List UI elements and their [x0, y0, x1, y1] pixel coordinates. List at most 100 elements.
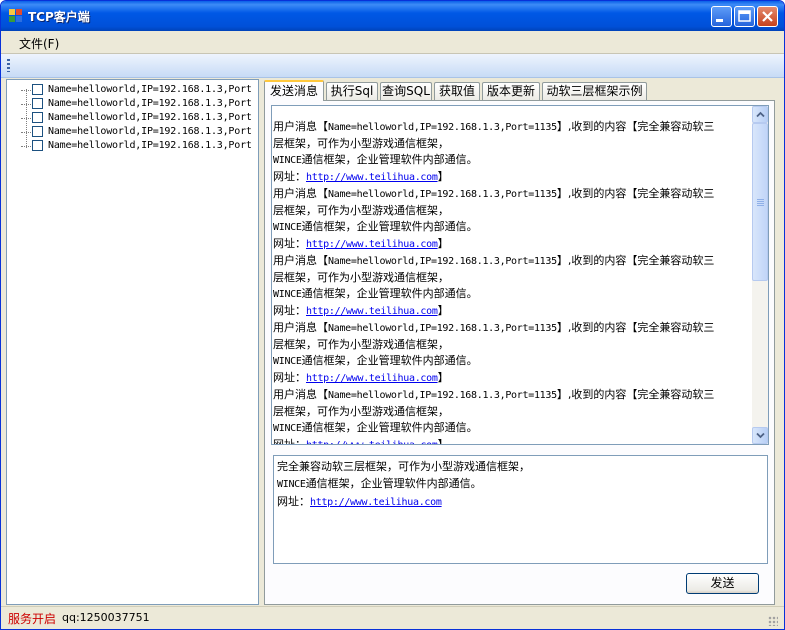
compose-line: WINCE通信框架，企业管理软件内部通信。	[277, 475, 530, 493]
log-line: 网址：http://www.teilihua.com】	[273, 303, 751, 320]
log-line: 网址：http://www.teilihua.com】	[273, 437, 751, 445]
tree-node-checkbox[interactable]	[32, 126, 43, 137]
log-mono-text: WINCE	[273, 155, 302, 166]
app-window: TCP客户端 文件(F) Name=helloworld,IP=192.168.…	[0, 0, 785, 630]
log-text: 通信框架，企业管理软件内部通信。	[301, 421, 478, 434]
log-user: Name=helloworld,IP=192.168.1.3,Port=1135	[328, 189, 557, 200]
log-url-label: 网址：	[273, 438, 306, 445]
log-line: 用户消息【Name=helloworld,IP=192.168.1.3,Port…	[273, 253, 751, 270]
log-line: 层框架，可作为小型游戏通信框架，	[273, 338, 449, 351]
log-text: 】,收到的内容【完全兼容动软三	[556, 120, 715, 133]
tree-node-checkbox[interactable]	[32, 84, 43, 95]
log-text: 】	[437, 237, 449, 250]
maximize-icon	[738, 10, 751, 22]
chevron-up-icon	[756, 111, 765, 118]
app-icon	[9, 9, 22, 22]
toolbar-grip[interactable]	[7, 59, 10, 72]
log-line: 用户消息【Name=helloworld,IP=192.168.1.3,Port…	[273, 387, 751, 404]
title-bar[interactable]: TCP客户端	[1, 1, 784, 31]
log-text: 】	[437, 304, 449, 317]
tab-version-update[interactable]: 版本更新	[482, 82, 540, 100]
tree-node-checkbox[interactable]	[32, 98, 43, 109]
status-bar: 服务开启 qq:1250037751	[1, 606, 784, 629]
log-line: WINCE通信框架，企业管理软件内部通信。	[273, 219, 751, 236]
compose-line: 完全兼容动软三层框架，可作为小型游戏通信框架，	[277, 460, 530, 473]
tree-connector	[21, 90, 31, 91]
tree-node-label: Name=helloworld,IP=192.168.1.3,Port	[48, 140, 252, 151]
log-url-label: 网址：	[273, 170, 306, 183]
message-log[interactable]: 用户消息【Name=helloworld,IP=192.168.1.3,Port…	[271, 105, 769, 445]
log-mono-text: WINCE	[273, 222, 302, 233]
log-line: 层框架，可作为小型游戏通信框架，	[273, 137, 449, 150]
message-log-content: 用户消息【Name=helloworld,IP=192.168.1.3,Port…	[273, 119, 751, 445]
log-line: 用户消息【Name=helloworld,IP=192.168.1.3,Port…	[273, 320, 751, 337]
log-prefix: 用户消息【	[273, 254, 328, 267]
log-line: WINCE通信框架，企业管理软件内部通信。	[273, 152, 751, 169]
log-url-label: 网址：	[273, 371, 306, 384]
log-url-link[interactable]: http://www.teilihua.com	[306, 373, 438, 384]
tree-node-checkbox[interactable]	[32, 112, 43, 123]
tree-node-label: Name=helloworld,IP=192.168.1.3,Port	[48, 112, 252, 123]
log-line: 网址：http://www.teilihua.com】	[273, 169, 751, 186]
log-mono-text: WINCE	[273, 356, 302, 367]
log-scrollbar[interactable]	[752, 106, 768, 444]
chevron-down-icon	[756, 432, 765, 439]
scroll-down-button[interactable]	[752, 427, 768, 444]
tree-node[interactable]: Name=helloworld,IP=192.168.1.3,Port	[20, 97, 258, 111]
log-text: 通信框架，企业管理软件内部通信。	[301, 220, 478, 233]
close-icon	[762, 11, 773, 22]
close-button[interactable]	[757, 6, 778, 27]
log-prefix: 用户消息【	[273, 388, 328, 401]
maximize-button[interactable]	[734, 6, 755, 27]
tree-node[interactable]: Name=helloworld,IP=192.168.1.3,Port	[20, 111, 258, 125]
tree-node-checkbox[interactable]	[32, 140, 43, 151]
log-text: 通信框架，企业管理软件内部通信。	[301, 354, 478, 367]
tab-get-value[interactable]: 获取值	[434, 82, 480, 100]
scroll-up-button[interactable]	[752, 106, 768, 123]
compose-line: 网址：http://www.teilihua.com	[277, 493, 530, 511]
log-text: 】	[437, 438, 449, 445]
log-user: Name=helloworld,IP=192.168.1.3,Port=1135	[328, 323, 557, 334]
tab-send-message[interactable]: 发送消息	[264, 80, 324, 101]
compose-url-link[interactable]: http://www.teilihua.com	[310, 497, 442, 508]
log-url-link[interactable]: http://www.teilihua.com	[306, 306, 438, 317]
log-url-link[interactable]: http://www.teilihua.com	[306, 172, 438, 183]
log-text: 】,收到的内容【完全兼容动软三	[556, 254, 715, 267]
log-user: Name=helloworld,IP=192.168.1.3,Port=1135	[328, 122, 557, 133]
log-url-link[interactable]: http://www.teilihua.com	[306, 440, 438, 444]
log-url-label: 网址：	[273, 304, 306, 317]
log-url-label: 网址：	[273, 237, 306, 250]
log-text: 通信框架，企业管理软件内部通信。	[301, 153, 478, 166]
log-text: 】,收到的内容【完全兼容动软三	[556, 187, 715, 200]
tab-execute-sql[interactable]: 执行Sql	[326, 82, 378, 100]
log-prefix: 用户消息【	[273, 187, 328, 200]
tree-node[interactable]: Name=helloworld,IP=192.168.1.3,Port	[20, 139, 258, 153]
log-line: WINCE通信框架，企业管理软件内部通信。	[273, 420, 751, 437]
send-button[interactable]: 发送	[686, 573, 759, 594]
log-mono-text: WINCE	[273, 423, 302, 434]
status-qq: qq:1250037751	[62, 611, 150, 624]
tree-connector	[21, 104, 31, 105]
log-prefix: 用户消息【	[273, 120, 328, 133]
tree-node[interactable]: Name=helloworld,IP=192.168.1.3,Port	[20, 83, 258, 97]
log-line: 用户消息【Name=helloworld,IP=192.168.1.3,Port…	[273, 186, 751, 203]
client-tree[interactable]: Name=helloworld,IP=192.168.1.3,Port Name…	[6, 79, 259, 605]
log-text: 】,收到的内容【完全兼容动软三	[556, 321, 715, 334]
log-line: 网址：http://www.teilihua.com】	[273, 236, 751, 253]
tab-three-tier-demo[interactable]: 动软三层框架示例	[542, 82, 647, 100]
log-text: 】,收到的内容【完全兼容动软三	[556, 388, 715, 401]
menu-file[interactable]: 文件(F)	[13, 34, 65, 53]
toolbar	[1, 54, 784, 78]
tab-strip: 发送消息 执行Sql 查询SQL 获取值 版本更新 动软三层框架示例	[264, 80, 784, 101]
tab-query-sql[interactable]: 查询SQL	[380, 82, 432, 100]
resize-grip[interactable]	[768, 616, 778, 626]
log-line: WINCE通信框架，企业管理软件内部通信。	[273, 353, 751, 370]
scroll-thumb[interactable]	[752, 123, 768, 281]
log-text: 通信框架，企业管理软件内部通信。	[301, 287, 478, 300]
thumb-grip	[757, 199, 764, 206]
log-url-link[interactable]: http://www.teilihua.com	[306, 239, 438, 250]
tree-node[interactable]: Name=helloworld,IP=192.168.1.3,Port	[20, 125, 258, 139]
compose-input[interactable]: 完全兼容动软三层框架，可作为小型游戏通信框架， WINCE通信框架，企业管理软件…	[273, 455, 768, 564]
window-title: TCP客户端	[28, 10, 90, 24]
minimize-button[interactable]	[711, 6, 732, 27]
